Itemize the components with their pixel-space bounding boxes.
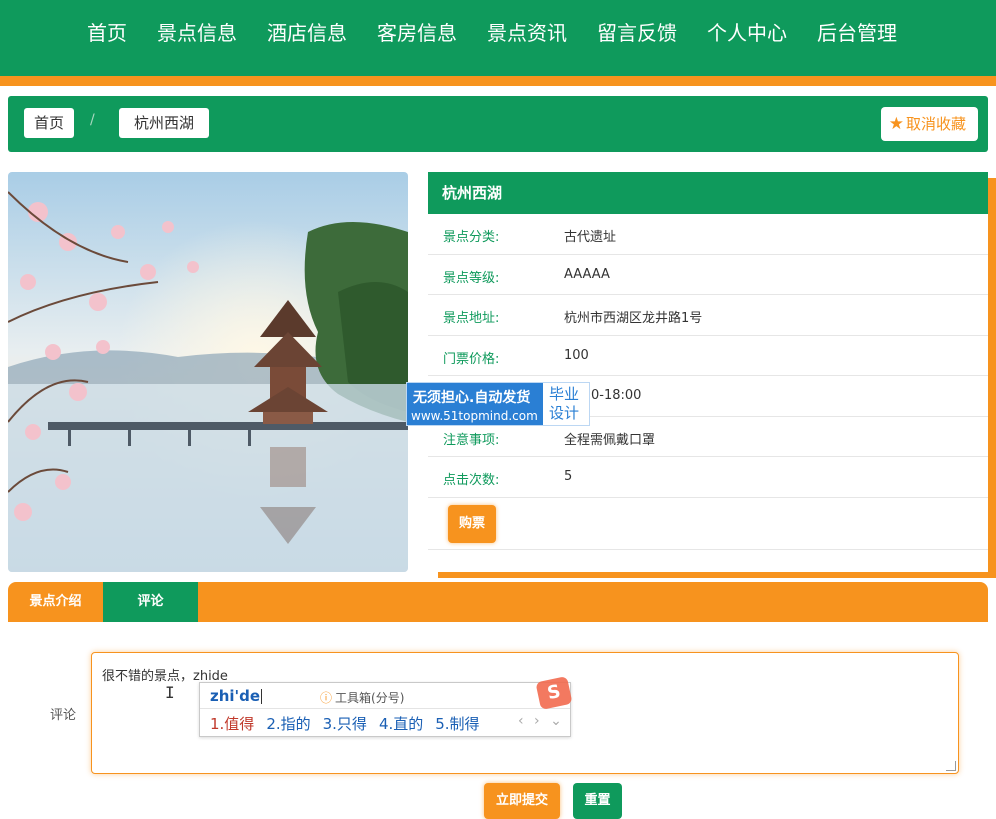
detail-tabs: 景点介绍 评论 bbox=[8, 582, 988, 622]
tab-comment[interactable]: 评论 bbox=[103, 582, 198, 622]
info-row-level: 景点等级: AAAAA bbox=[428, 255, 988, 295]
star-icon: ★ bbox=[888, 114, 904, 134]
tab-intro[interactable]: 景点介绍 bbox=[8, 582, 103, 622]
info-label: 注意事项: bbox=[443, 432, 500, 448]
reset-button[interactable]: 重置 bbox=[573, 783, 622, 819]
info-row-address: 景点地址: 杭州市西湖区龙井路1号 bbox=[428, 295, 988, 336]
unfavorite-button[interactable]: ★ 取消收藏 bbox=[880, 107, 978, 141]
ime-candidate[interactable]: 1.值得 bbox=[210, 713, 254, 734]
breadcrumb: 首页 / 杭州西湖 ★ 取消收藏 bbox=[8, 96, 988, 152]
top-nav: 首页 景点信息 酒店信息 客房信息 景点资讯 留言反馈 个人中心 后台管理 bbox=[0, 0, 996, 86]
nav-list: 首页 景点信息 酒店信息 客房信息 景点资讯 留言反馈 个人中心 后台管理 bbox=[72, 14, 912, 52]
ime-popup: zhi'de ⓘ 工具箱(分号) S 1.值得 2.指的 3.只得 4.直的 5.… bbox=[199, 675, 573, 737]
info-label: 点击次数: bbox=[443, 473, 500, 488]
nav-admin[interactable]: 后台管理 bbox=[802, 14, 912, 52]
nav-rooms[interactable]: 客房信息 bbox=[362, 14, 472, 52]
info-value: 全程需佩戴口罩 bbox=[564, 432, 656, 448]
info-label: 景点分类: bbox=[443, 230, 500, 245]
info-value: 杭州市西湖区龙井路1号 bbox=[564, 311, 703, 326]
watermark-side2: 设计 bbox=[549, 404, 580, 422]
ime-candidate[interactable]: 4.直的 bbox=[379, 713, 423, 734]
info-circle-icon: ⓘ bbox=[320, 691, 333, 705]
breadcrumb-home[interactable]: 首页 bbox=[24, 108, 75, 138]
attraction-photo bbox=[8, 172, 408, 572]
nav-news[interactable]: 景点资讯 bbox=[472, 14, 582, 52]
nav-home[interactable]: 首页 bbox=[72, 14, 142, 52]
unfavorite-label: 取消收藏 bbox=[905, 115, 966, 133]
info-value: 100 bbox=[564, 347, 589, 363]
watermark-line1: 无须担心.自动发货 bbox=[413, 390, 531, 406]
sogou-logo-icon: S bbox=[535, 675, 573, 711]
watermark-banner: 无须担心.自动发货 www.51topmind.com 毕业 设计 bbox=[406, 382, 590, 426]
info-label: 景点等级: bbox=[443, 270, 500, 286]
ime-candidate[interactable]: 5.制得 bbox=[435, 713, 479, 734]
buy-ticket-button[interactable]: 购票 bbox=[448, 504, 496, 543]
breadcrumb-separator: / bbox=[90, 112, 95, 128]
info-label: 景点地址: bbox=[443, 311, 500, 326]
watermark-left: 无须担心.自动发货 www.51topmind.com bbox=[407, 383, 543, 425]
info-row-clicks: 点击次数: 5 bbox=[428, 457, 988, 498]
info-label: 门票价格: bbox=[443, 351, 500, 367]
breadcrumb-current: 杭州西湖 bbox=[119, 108, 210, 138]
info-value: 古代遗址 bbox=[564, 230, 617, 245]
watermark-side1: 毕业 bbox=[549, 385, 580, 403]
ime-toolbox[interactable]: ⓘ 工具箱(分号) bbox=[320, 689, 404, 706]
info-value: 5 bbox=[564, 469, 573, 484]
buy-row: 购票 bbox=[428, 498, 988, 550]
watermark-line2: www.51topmind.com bbox=[411, 409, 538, 423]
info-value: AAAAA bbox=[564, 266, 610, 282]
info-panel: 杭州西湖 景点分类: 古代遗址 景点等级: AAAAA 景点地址: 杭州市西湖区… bbox=[428, 172, 988, 572]
nav-profile[interactable]: 个人中心 bbox=[692, 14, 802, 52]
ime-candidate[interactable]: 3.只得 bbox=[323, 713, 367, 734]
nav-feedback[interactable]: 留言反馈 bbox=[582, 14, 692, 52]
submit-button[interactable]: 立即提交 bbox=[484, 783, 560, 819]
watermark-right: 毕业 设计 bbox=[543, 383, 589, 425]
ime-candidates: 1.值得 2.指的 3.只得 4.直的 5.制得 bbox=[210, 713, 492, 734]
ime-candidate[interactable]: 2.指的 bbox=[266, 713, 310, 734]
nav-hotels[interactable]: 酒店信息 bbox=[252, 14, 362, 52]
ime-pinyin: zhi'de bbox=[210, 687, 263, 705]
text-cursor-icon: I bbox=[165, 683, 175, 702]
info-title: 杭州西湖 bbox=[428, 172, 988, 214]
nav-attractions[interactable]: 景点信息 bbox=[142, 14, 252, 52]
ime-composition-bar: zhi'de ⓘ 工具箱(分号) S bbox=[200, 675, 573, 711]
comment-label: 评论 bbox=[50, 708, 77, 723]
info-row-category: 景点分类: 古代遗址 bbox=[428, 214, 988, 255]
resize-grip-icon[interactable] bbox=[946, 761, 956, 771]
ime-page-nav-icon[interactable]: ‹ › ⌄ bbox=[518, 713, 565, 729]
info-value: 0-18:00 bbox=[591, 388, 642, 403]
info-row-price: 门票价格: 100 bbox=[428, 336, 988, 376]
